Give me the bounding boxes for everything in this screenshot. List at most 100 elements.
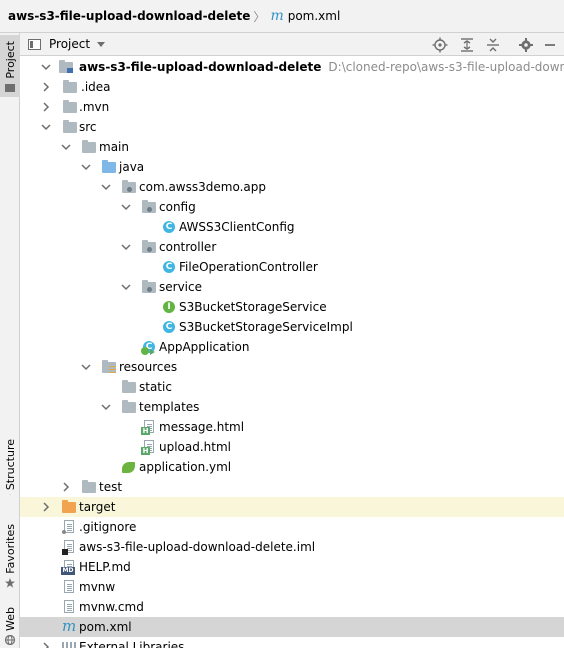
tree-row-selected[interactable]: m pom.xml [20, 617, 564, 637]
breadcrumb-project[interactable]: aws-s3-file-upload-download-delete [8, 9, 250, 23]
tree-row[interactable]: .mvn [20, 97, 564, 117]
maven-file-icon: m [270, 8, 284, 24]
tree-row[interactable]: H upload.html [20, 437, 564, 457]
tree-row[interactable]: config [20, 197, 564, 217]
folder-icon [121, 399, 137, 415]
tree-label: src [79, 120, 97, 134]
tree-row[interactable]: C S3BucketStorageServiceImpl [20, 317, 564, 337]
tab-web[interactable]: Web [0, 603, 20, 648]
tree-row[interactable]: .idea [20, 77, 564, 97]
chevron-right-icon[interactable] [40, 641, 52, 648]
star-icon [5, 577, 15, 588]
module-folder-icon [58, 59, 74, 75]
chevron-down-icon[interactable] [120, 241, 132, 253]
tree-label: templates [139, 400, 200, 414]
tree-row[interactable]: H message.html [20, 417, 564, 437]
source-folder-icon [101, 159, 117, 175]
iml-file-icon [61, 539, 77, 555]
chevron-down-icon[interactable] [40, 121, 52, 133]
tree-row[interactable]: aws-s3-file-upload-download-delete.iml [20, 537, 564, 557]
folder-icon [81, 479, 97, 495]
tree-row[interactable]: mvnw.cmd [20, 597, 564, 617]
tree-row[interactable]: resources [20, 357, 564, 377]
chevron-down-icon[interactable] [80, 161, 92, 173]
maven-badge: m [62, 617, 77, 635]
chevron-down-icon[interactable] [40, 61, 52, 73]
tree-label: config [159, 200, 196, 214]
text-file-icon [61, 579, 77, 595]
tree-row[interactable]: I S3BucketStorageService [20, 297, 564, 317]
chevron-down-icon[interactable] [100, 181, 112, 193]
class-badge: C [163, 321, 175, 333]
globe-icon [5, 634, 15, 645]
tab-structure[interactable]: Structure [0, 435, 20, 495]
breadcrumb-file[interactable]: pom.xml [288, 9, 341, 23]
tree-row[interactable]: templates [20, 397, 564, 417]
tree-label: FileOperationController [179, 260, 318, 274]
tree-row[interactable]: java [20, 157, 564, 177]
tree-row[interactable]: service [20, 277, 564, 297]
tree-row[interactable]: controller [20, 237, 564, 257]
folder-icon [62, 79, 78, 95]
tree-row[interactable]: test [20, 477, 564, 497]
tree-row[interactable]: C AWSS3ClientConfig [20, 217, 564, 237]
chevron-down-icon[interactable] [97, 41, 106, 47]
tree-label: application.yml [139, 460, 232, 474]
chevron-right-icon[interactable] [60, 481, 72, 493]
tree-row[interactable]: .gitignore [20, 517, 564, 537]
tree-label: upload.html [159, 440, 232, 454]
folder-icon [81, 139, 97, 155]
collapse-all-icon[interactable] [485, 37, 501, 53]
class-icon: C [161, 259, 177, 275]
tree-row[interactable]: mvnw [20, 577, 564, 597]
tree-row[interactable]: static [20, 377, 564, 397]
tree-label: static [139, 380, 172, 394]
tree-label: AWSS3ClientConfig [179, 220, 295, 234]
tree-row[interactable]: MD HELP.md [20, 557, 564, 577]
tree-row[interactable]: External Libraries [20, 637, 564, 648]
tree-label: test [99, 480, 123, 494]
tree-row-root[interactable]: aws-s3-file-upload-download-delete D:\clo… [20, 57, 564, 77]
chevron-right-icon[interactable] [40, 101, 52, 113]
tree-label: HELP.md [79, 560, 131, 574]
gear-icon[interactable] [518, 37, 534, 53]
tree-row[interactable]: C FileOperationController [20, 257, 564, 277]
chevron-down-icon[interactable] [80, 361, 92, 373]
chevron-down-icon[interactable] [60, 141, 72, 153]
tab-web-label: Web [3, 607, 17, 631]
tree-row[interactable]: C AppApplication [20, 337, 564, 357]
tree-label: AppApplication [159, 340, 250, 354]
breadcrumb-separator-icon: 〉 [253, 9, 266, 24]
tab-structure-label: Structure [3, 439, 17, 491]
interface-badge: I [163, 301, 175, 313]
expand-all-icon[interactable] [459, 37, 475, 53]
spring-yml-file-icon [121, 459, 137, 475]
locate-icon[interactable] [432, 37, 448, 53]
project-view-icon [28, 38, 41, 50]
hide-icon[interactable] [542, 37, 558, 53]
tree-label: aws-s3-file-upload-download-delete [79, 60, 322, 74]
tree-path: D:\cloned-repo\aws-s3-file-upload-downlo… [328, 60, 564, 74]
package-icon [141, 199, 157, 215]
tree-row[interactable]: target [20, 497, 564, 517]
tree-row[interactable]: main [20, 137, 564, 157]
chevron-down-icon[interactable] [120, 201, 132, 213]
tree-label: S3BucketStorageService [179, 300, 327, 314]
tree-row[interactable]: com.awss3demo.app [20, 177, 564, 197]
tree-label: S3BucketStorageServiceImpl [179, 320, 353, 334]
chevron-right-icon[interactable] [40, 81, 52, 93]
chevron-down-icon[interactable] [120, 281, 132, 293]
project-view-selector[interactable]: Project [49, 37, 90, 51]
chevron-down-icon[interactable] [100, 401, 112, 413]
tree-label: External Libraries [79, 640, 185, 648]
tree-row[interactable]: application.yml [20, 457, 564, 477]
chevron-right-icon[interactable] [40, 501, 52, 513]
html-file-icon: H [141, 439, 157, 455]
tab-project[interactable]: Project [0, 35, 20, 97]
tree-row[interactable]: src [20, 117, 564, 137]
tree-label: mvnw [79, 580, 116, 594]
project-folder-icon [5, 83, 15, 92]
html-badge: H [141, 447, 150, 455]
class-badge: C [163, 221, 175, 233]
tab-favorites[interactable]: Favorites [0, 520, 20, 590]
